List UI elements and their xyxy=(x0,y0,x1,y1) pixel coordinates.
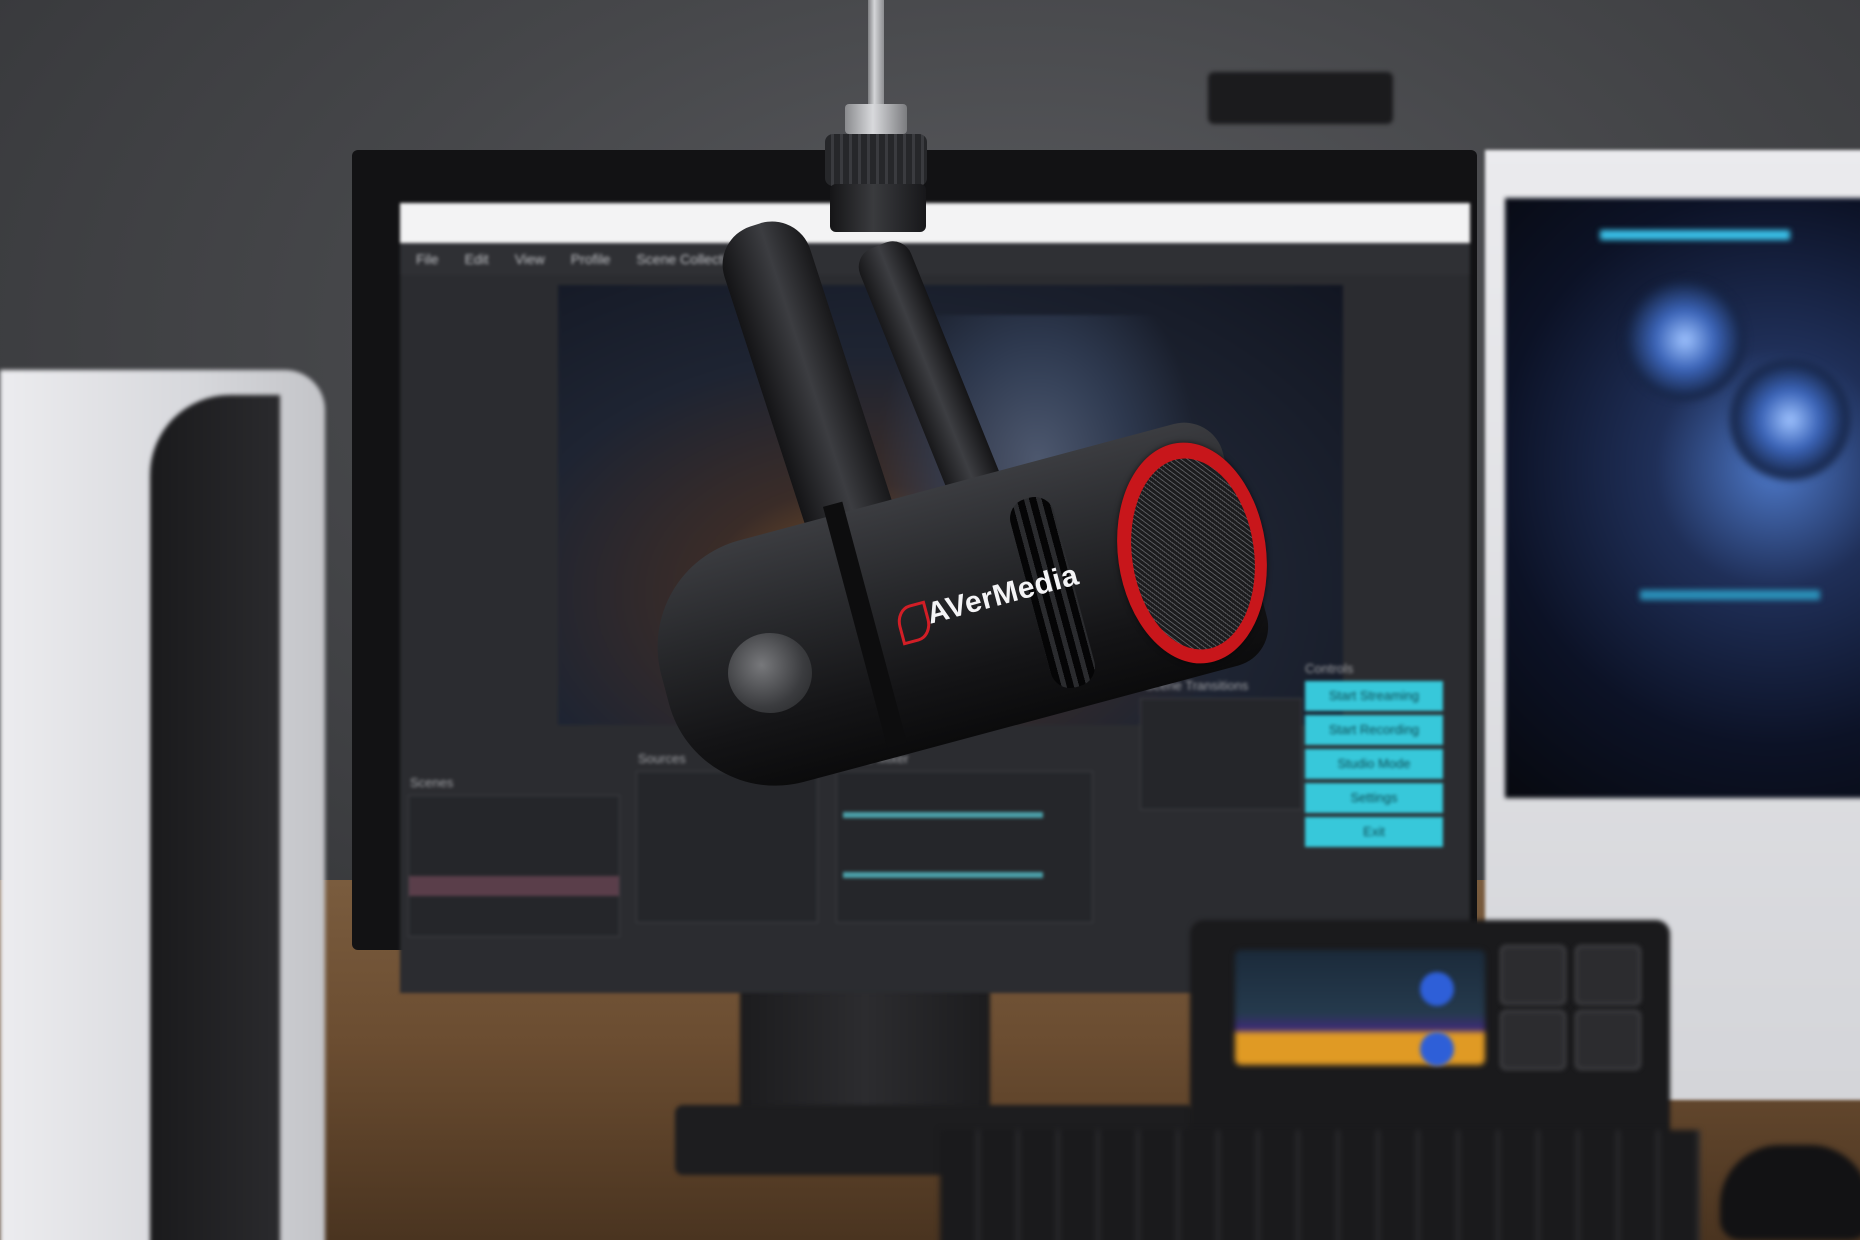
list-item xyxy=(409,836,619,856)
window-titlebar xyxy=(400,203,1470,243)
transitions-panel xyxy=(1140,698,1302,810)
photo-scene: File Edit View Profile Scene Collection … xyxy=(0,0,1860,1240)
mount-collar xyxy=(830,184,926,232)
audio-mixer-panel xyxy=(836,771,1093,923)
tension-knob xyxy=(728,633,812,713)
controller-knob-icon xyxy=(1420,972,1454,1006)
keyboard xyxy=(940,1130,1700,1240)
pc-light-strip xyxy=(1640,590,1820,600)
controller-pad xyxy=(1500,1010,1566,1070)
menu-item: Edit xyxy=(464,251,489,267)
audio-meter xyxy=(843,812,1043,818)
list-item xyxy=(409,856,619,876)
studio-mode-button: Studio Mode xyxy=(1305,749,1443,779)
controller-pad xyxy=(1575,1010,1641,1070)
controller-pad xyxy=(1575,945,1641,1005)
list-item xyxy=(409,796,619,816)
settings-button: Settings xyxy=(1305,783,1443,813)
pc-fan-icon xyxy=(1625,280,1745,400)
list-item xyxy=(409,816,619,836)
webcam xyxy=(1208,72,1393,124)
menu-item: Profile xyxy=(570,251,611,267)
menu-bar: File Edit View Profile Scene Collection xyxy=(400,243,1470,275)
mount-nut xyxy=(845,104,907,134)
audio-meter xyxy=(843,872,1043,878)
start-recording-button: Start Recording xyxy=(1305,715,1443,745)
mount-rod xyxy=(868,0,884,118)
dock-label: Controls xyxy=(1305,661,1354,676)
mount-knob xyxy=(825,134,927,186)
menu-item: View xyxy=(514,251,545,267)
dock-label: Sources xyxy=(638,751,686,766)
pc-light-strip xyxy=(1600,230,1790,240)
scenes-panel xyxy=(408,795,620,937)
exit-button: Exit xyxy=(1305,817,1443,847)
dock-label: Scenes xyxy=(410,775,454,790)
menu-item: File xyxy=(416,251,439,267)
mouse xyxy=(1720,1145,1860,1240)
controller-pad xyxy=(1500,945,1566,1005)
sources-panel xyxy=(636,771,818,923)
controller-knob-icon xyxy=(1420,1032,1454,1066)
pc-fan-icon xyxy=(1730,360,1850,480)
list-item xyxy=(409,876,619,896)
start-streaming-button: Start Streaming xyxy=(1305,681,1443,711)
game-console-core xyxy=(150,395,280,1240)
list-item xyxy=(409,896,619,916)
